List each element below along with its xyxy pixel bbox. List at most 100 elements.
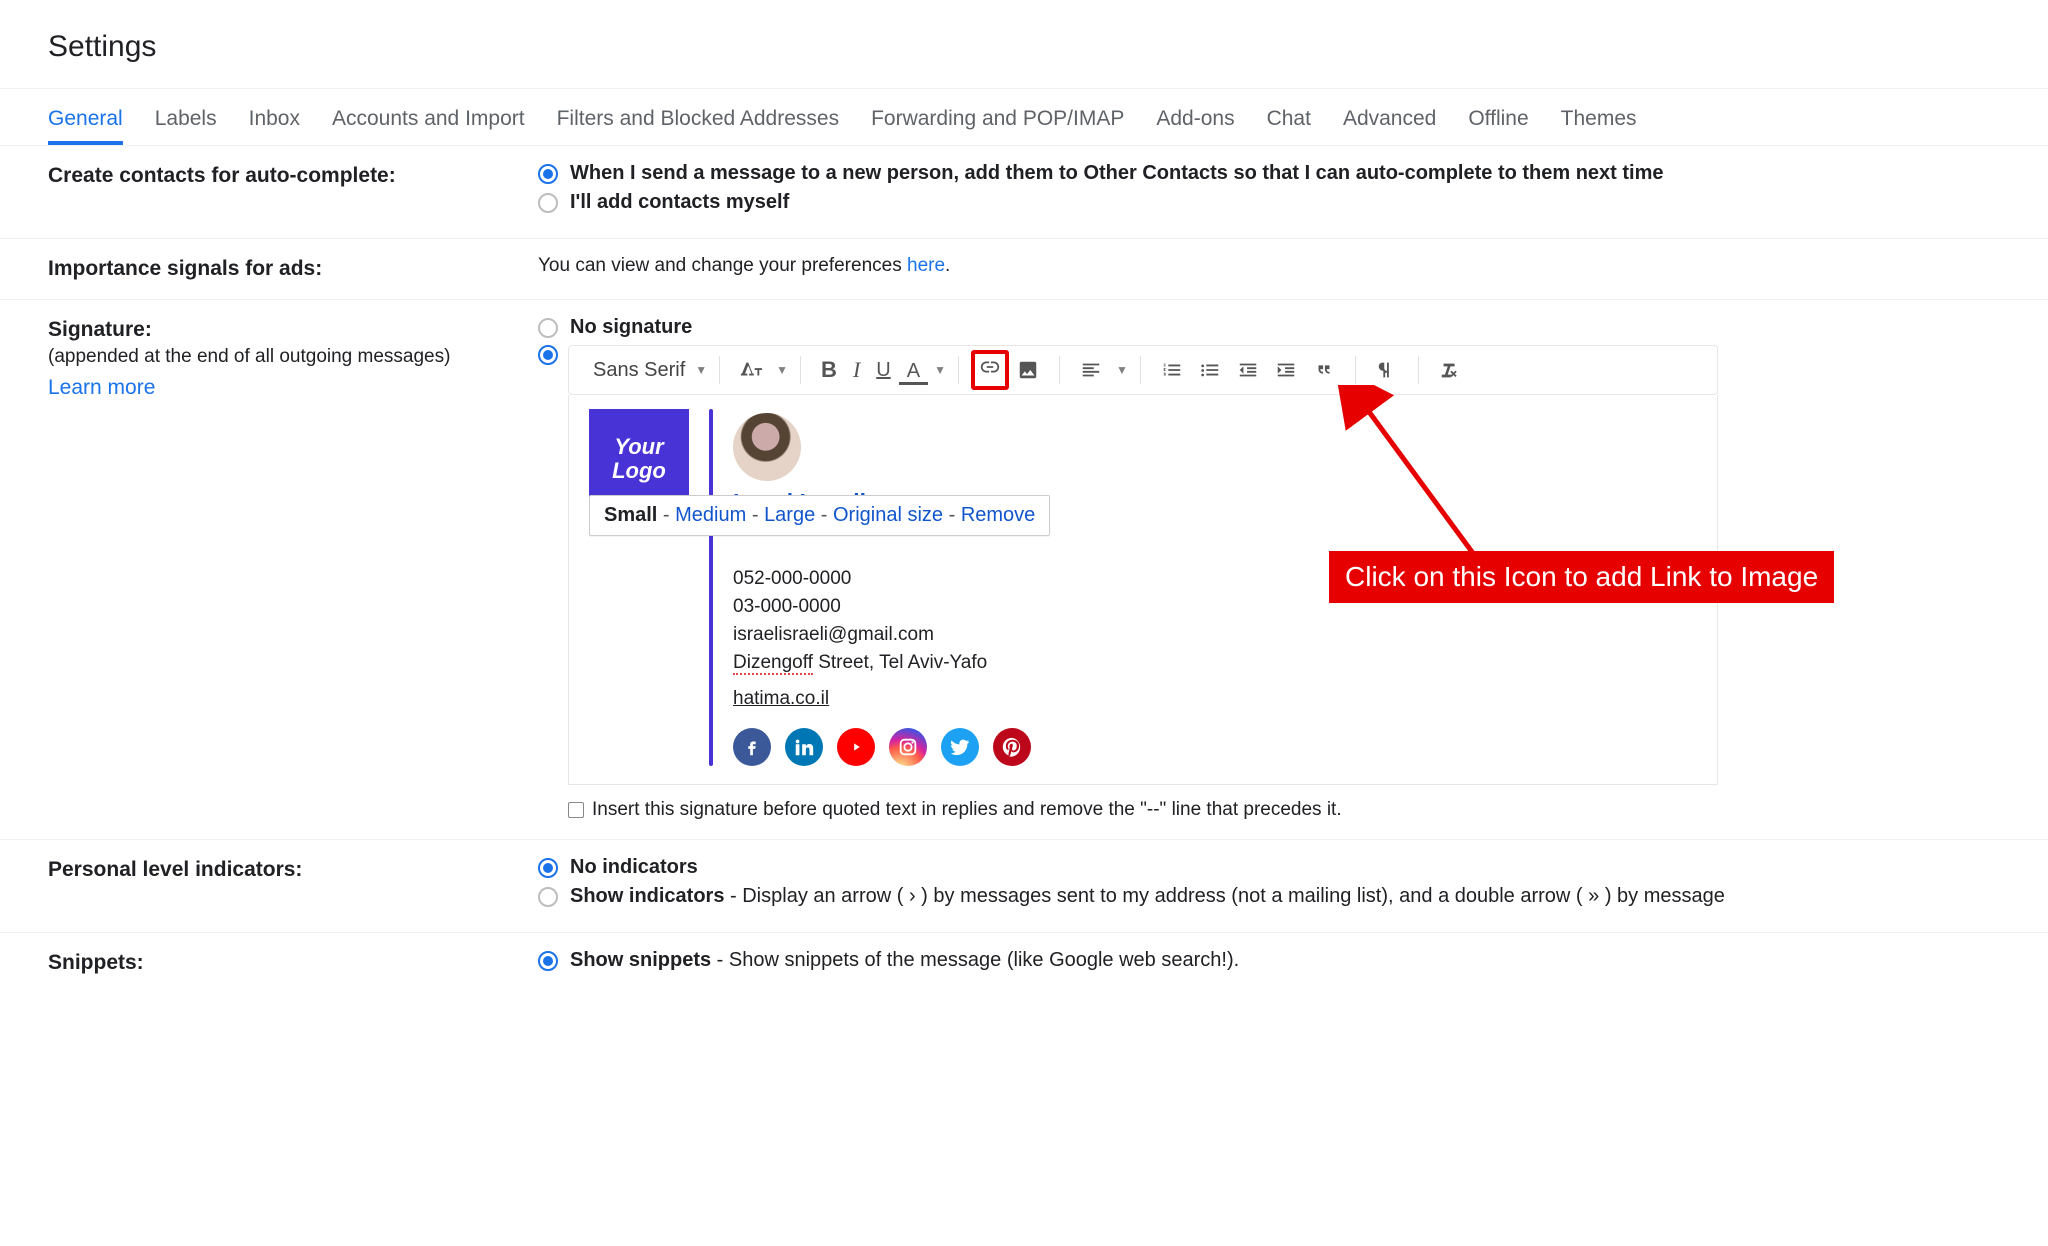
radio-label-rest: - Display an arrow ( › ) by messages sen… [724,885,1724,907]
radio-checked-icon [538,951,558,971]
radio-option-auto[interactable]: When I send a message to a new person, a… [538,162,2000,185]
ads-text-suffix: . [945,255,950,276]
radio-checked-icon [538,164,558,184]
align-button[interactable] [1072,353,1110,387]
signature-heading: Signature: [48,318,152,341]
setting-importance-ads: Importance signals for ads: You can view… [0,239,2048,300]
radio-unchecked-icon [538,887,558,907]
setting-label: Snippets: [48,949,498,975]
facebook-icon[interactable] [733,728,771,766]
image-size-original[interactable]: Original size [833,504,943,526]
tab-labels[interactable]: Labels [155,89,217,145]
tab-forwarding-pop-imap[interactable]: Forwarding and POP/IMAP [871,89,1124,145]
bold-button[interactable]: B [813,351,845,389]
setting-label: Create contacts for auto-complete: [48,162,498,188]
address-rest: Street, Tel Aviv-Yafo [813,652,987,673]
bulleted-list-button[interactable] [1191,353,1229,387]
image-remove[interactable]: Remove [961,504,1035,526]
tab-filters-blocked[interactable]: Filters and Blocked Addresses [557,89,839,145]
setting-label: Signature: (appended at the end of all o… [48,316,498,400]
logo-placeholder[interactable]: Your Logo [589,409,689,509]
radio-label: I'll add contacts myself [570,191,789,214]
radio-label-bold: Show snippets [570,949,711,971]
quote-button[interactable] [1305,353,1343,387]
radio-unchecked-icon [538,193,558,213]
tab-chat[interactable]: Chat [1267,89,1311,145]
setting-signature: Signature: (appended at the end of all o… [0,300,2048,840]
pinterest-icon[interactable] [993,728,1031,766]
tab-offline[interactable]: Offline [1468,89,1528,145]
chevron-down-icon: ▼ [776,363,788,377]
tab-general[interactable]: General [48,89,123,145]
image-resize-menu: Small - Medium - Large - Original size -… [589,495,1050,536]
ads-text: You can view and change your preferences… [538,255,2000,277]
radio-label: When I send a message to a new person, a… [570,162,1664,185]
signature-address: Dizengoff Street, Tel Aviv-Yafo [733,652,1031,674]
signature-learn-more-link[interactable]: Learn more [48,376,155,400]
setting-snippets: Snippets: Show snippets - Show snippets … [0,933,2048,996]
avatar[interactable] [733,413,801,481]
settings-tabs: General Labels Inbox Accounts and Import… [0,88,2048,146]
text-direction-button[interactable] [1368,353,1406,387]
twitter-icon[interactable] [941,728,979,766]
rich-text-toolbar: Sans Serif ▼ ▼ B I U A ▼ [568,345,1718,395]
image-size-small[interactable]: Small [604,504,657,526]
setting-auto-complete: Create contacts for auto-complete: When … [0,146,2048,239]
ads-text-prefix: You can view and change your preferences [538,255,907,276]
ads-preferences-link[interactable]: here [907,255,945,276]
remove-formatting-button[interactable] [1431,353,1469,387]
signature-email: israelisraeli@gmail.com [733,624,1031,646]
image-size-medium[interactable]: Medium [675,504,746,526]
linkedin-icon[interactable] [785,728,823,766]
tab-advanced[interactable]: Advanced [1343,89,1436,145]
page-title: Settings [48,30,2048,64]
signature-subtext: (appended at the end of all outgoing mes… [48,346,498,368]
signature-website-link[interactable]: hatima.co.il [733,688,1031,710]
tab-add-ons[interactable]: Add-ons [1156,89,1234,145]
logo-text: Logo [612,459,666,483]
font-size-button[interactable] [732,353,770,387]
radio-show-indicators[interactable]: Show indicators - Display an arrow ( › )… [538,885,2000,908]
radio-option-manual[interactable]: I'll add contacts myself [538,191,2000,214]
checkbox-label: Insert this signature before quoted text… [592,799,1342,821]
radio-no-indicators[interactable]: No indicators [538,856,2000,879]
font-family-select[interactable]: Sans Serif [583,353,689,388]
setting-label: Importance signals for ads: [48,255,498,281]
radio-label-rest: - Show snippets of the message (like Goo… [711,949,1239,971]
setting-label: Personal level indicators: [48,856,498,882]
spellcheck-word: Dizengoff [733,652,813,675]
italic-button[interactable]: I [845,351,868,389]
tab-themes[interactable]: Themes [1561,89,1637,145]
numbered-list-button[interactable] [1153,353,1191,387]
radio-checked-icon [538,345,558,365]
annotation-callout: Click on this Icon to add Link to Image [1329,551,1834,603]
chevron-down-icon: ▼ [1116,363,1128,377]
underline-button[interactable]: U [868,353,898,388]
insert-before-quoted-checkbox[interactable]: Insert this signature before quoted text… [568,799,1718,821]
tab-inbox[interactable]: Inbox [249,89,300,145]
logo-text: Your [614,435,663,459]
insert-link-button[interactable] [971,350,1009,390]
radio-label: No signature [570,316,692,339]
radio-no-signature[interactable]: No signature [538,316,2000,339]
signature-content[interactable]: Your Logo Israel Israeli 052-000-0000 03… [568,395,1718,785]
radio-label: No indicators [570,856,698,879]
radio-label-bold: Show indicators [570,885,724,907]
indent-more-button[interactable] [1267,353,1305,387]
image-size-large[interactable]: Large [764,504,815,526]
vertical-divider [709,409,713,766]
checkbox-icon [568,802,584,818]
signature-phone: 03-000-0000 [733,596,1031,618]
chevron-down-icon: ▼ [695,363,707,377]
text-color-button[interactable]: A [899,355,928,385]
insert-image-button[interactable] [1009,353,1047,387]
instagram-icon[interactable] [889,728,927,766]
chevron-down-icon: ▼ [934,363,946,377]
youtube-icon[interactable] [837,728,875,766]
radio-checked-icon [538,858,558,878]
radio-unchecked-icon [538,318,558,338]
tab-accounts-import[interactable]: Accounts and Import [332,89,525,145]
signature-editor: Sans Serif ▼ ▼ B I U A ▼ [568,345,1718,821]
radio-show-snippets[interactable]: Show snippets - Show snippets of the mes… [538,949,2000,972]
indent-less-button[interactable] [1229,353,1267,387]
